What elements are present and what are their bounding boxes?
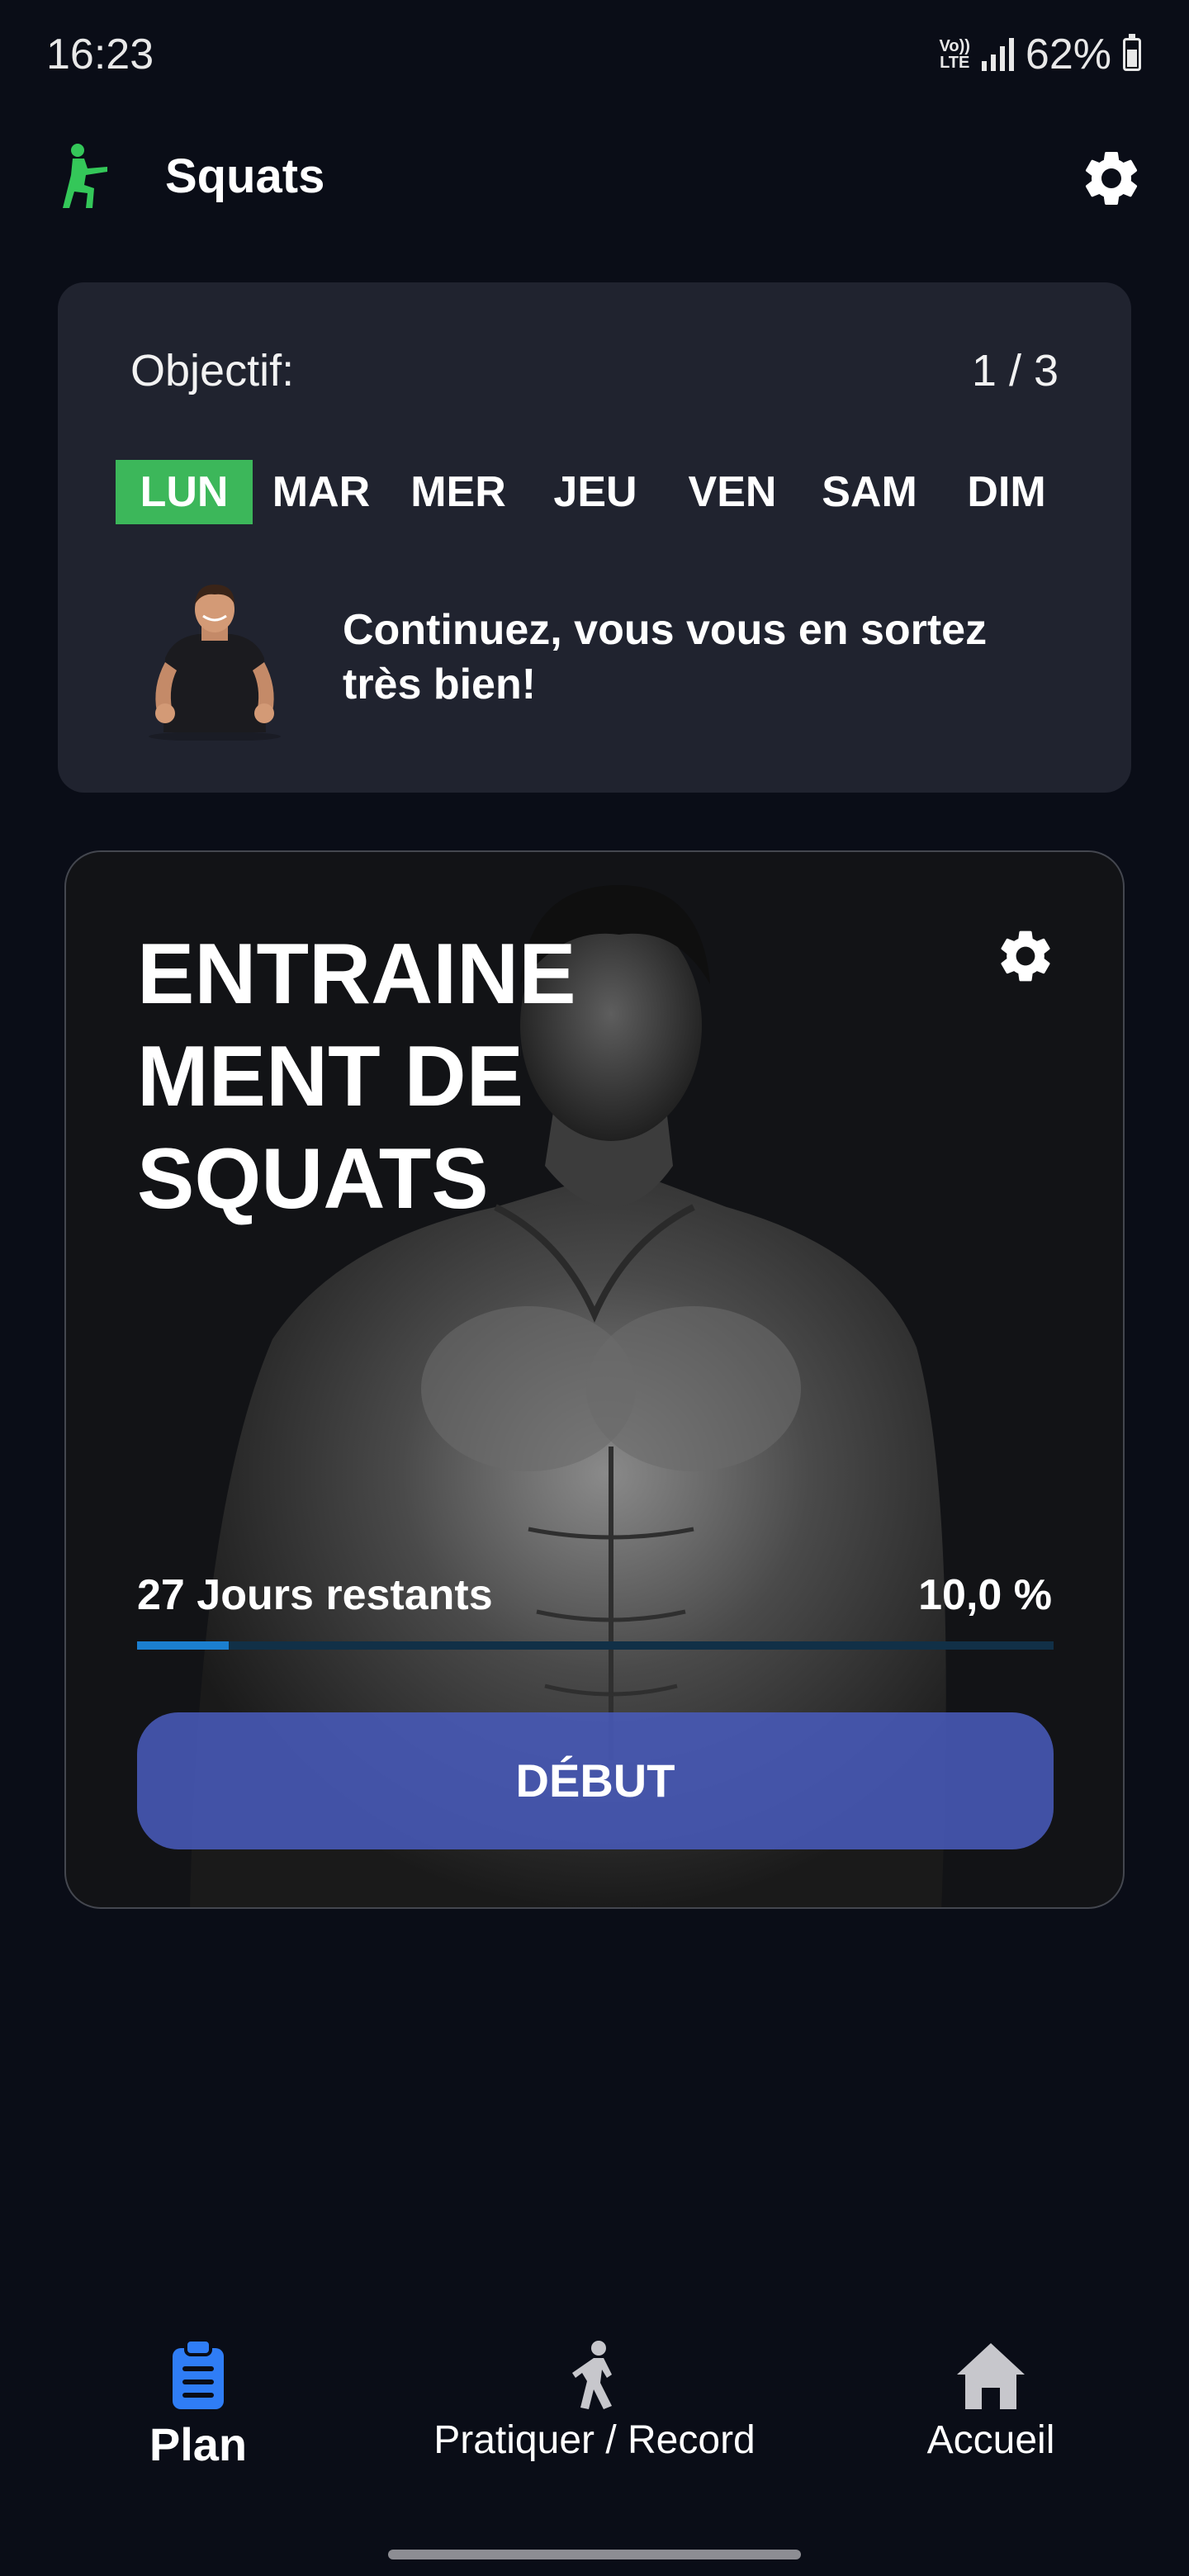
motivation-text: Continuez, vous vous en sortez très bien… — [343, 606, 988, 708]
day-tue[interactable]: MAR — [253, 460, 390, 524]
status-time: 16:23 — [46, 31, 154, 78]
goal-count: 1 / 3 — [971, 346, 1059, 395]
exercise-figure-icon — [572, 2341, 612, 2409]
workout-card[interactable]: ENTRAINE MENT DE SQUATS 27 Jours restant… — [64, 850, 1125, 1909]
status-bar: 16:23 Vo)) LTE 62% — [0, 0, 1189, 116]
app-bar: Squats — [0, 132, 1189, 223]
signal-icon — [981, 38, 1014, 71]
day-sat[interactable]: SAM — [801, 460, 938, 524]
volte-bottom: LTE — [940, 54, 970, 72]
coach-avatar — [149, 585, 281, 741]
day-thu[interactable]: JEU — [527, 460, 664, 524]
goal-label: Objectif: — [130, 346, 295, 395]
weekday-selector: LUN MAR MER JEU VEN SAM DIM — [116, 460, 1106, 524]
squat-figure-icon — [63, 144, 107, 208]
app-title: Squats — [165, 149, 325, 203]
battery-icon — [1123, 34, 1141, 71]
home-icon — [957, 2343, 1025, 2409]
status-indicators: Vo)) LTE 62% — [940, 30, 1141, 79]
day-mon[interactable]: LUN — [116, 460, 253, 524]
battery-percent: 62% — [1025, 31, 1111, 78]
nav-plan-label: Plan — [149, 2418, 248, 2470]
progress-percent: 10,0 % — [918, 1571, 1052, 1619]
progress-fill — [137, 1641, 229, 1650]
day-fri[interactable]: VEN — [664, 460, 801, 524]
home-indicator[interactable] — [388, 2550, 801, 2559]
progress-bar — [137, 1641, 1054, 1650]
bottom-nav: Plan Pratiquer / Record Accueil — [0, 2312, 1189, 2510]
nav-practice-label: Pratiquer / Record — [433, 2418, 756, 2462]
weekly-goal-card: Objectif: 1 / 3 LUN MAR MER JEU VEN SAM … — [58, 282, 1131, 793]
clipboard-icon — [173, 2338, 224, 2409]
day-wed[interactable]: MER — [390, 460, 527, 524]
workout-title: ENTRAINE MENT DE SQUATS — [137, 926, 576, 1227]
volte-top: Vo)) — [939, 37, 970, 55]
nav-home-label: Accueil — [926, 2418, 1055, 2462]
gear-icon[interactable] — [994, 925, 1057, 987]
volte-icon: Vo)) LTE — [940, 38, 970, 71]
nav-home[interactable]: Accueil — [892, 2312, 1090, 2463]
days-remaining: 27 Jours restants — [137, 1571, 493, 1619]
day-sun[interactable]: DIM — [938, 460, 1075, 524]
nav-plan[interactable]: Plan — [116, 2312, 281, 2471]
start-button[interactable]: DÉBUT — [137, 1712, 1054, 1849]
nav-practice-record[interactable]: Pratiquer / Record — [396, 2312, 793, 2463]
gear-icon[interactable] — [1078, 145, 1144, 211]
